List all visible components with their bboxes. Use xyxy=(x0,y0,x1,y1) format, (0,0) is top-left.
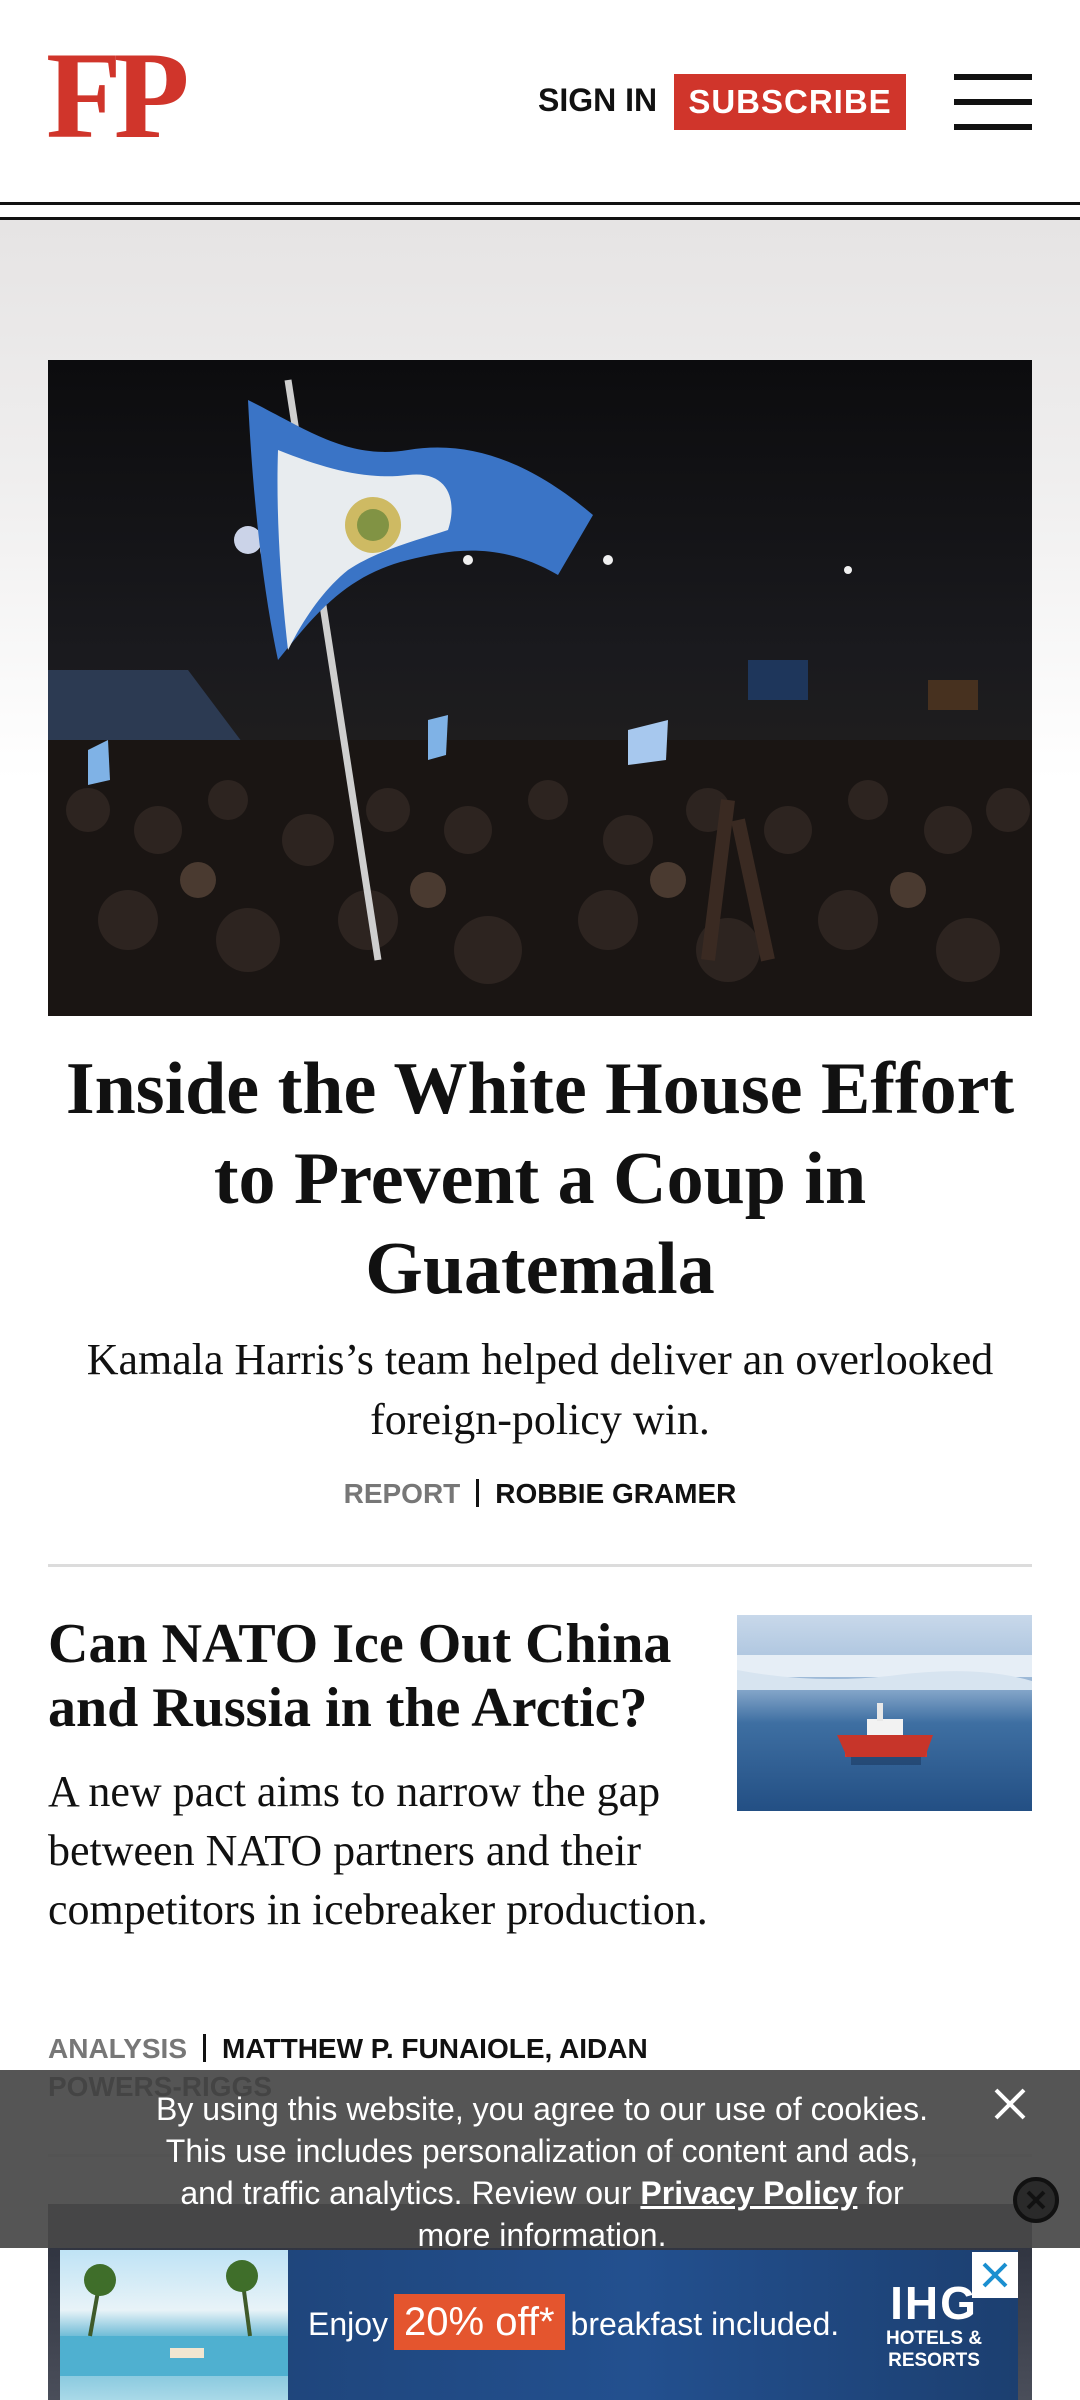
privacy-policy-link[interactable]: Privacy Policy xyxy=(640,2175,857,2211)
story-kicker[interactable]: ANALYSIS xyxy=(48,2033,187,2064)
cookie-banner-text: By using this website, you agree to our … xyxy=(142,2088,942,2256)
site-header: FP SIGN IN SUBSCRIBE xyxy=(0,0,1080,202)
ad-dismiss-icon[interactable] xyxy=(1012,2176,1060,2224)
story-divider xyxy=(48,1564,1032,1567)
ad-offer-text: Enjoy 20% off* breakfast included. xyxy=(308,2294,839,2354)
second-story-headline[interactable]: Can NATO Ice Out China and Russia in the… xyxy=(48,1612,708,1740)
ihg-logo-text: IHG xyxy=(890,2277,978,2329)
sign-in-link[interactable]: SIGN IN xyxy=(538,82,657,119)
ihg-logo-sub: HOTELS & xyxy=(886,2328,983,2349)
hamburger-menu-icon[interactable] xyxy=(954,74,1032,130)
ad-enjoy: Enjoy xyxy=(308,2306,389,2342)
lead-story-byline: REPORT ROBBIE GRAMER xyxy=(0,1478,1080,1510)
lead-story-headline[interactable]: Inside the White House Effort to Prevent… xyxy=(60,1044,1020,1314)
second-story-image[interactable] xyxy=(737,1615,1032,1811)
cookie-banner: By using this website, you agree to our … xyxy=(0,2070,1080,2253)
ad-banner[interactable]: Enjoy 20% off* breakfast included. IHG HOT… xyxy=(60,2250,1018,2400)
fp-logo[interactable]: FP xyxy=(46,34,189,158)
header-rule-secondary xyxy=(0,217,1080,220)
ad-discount-badge: 20% off* xyxy=(394,2294,565,2350)
story-author[interactable]: ROBBIE GRAMER xyxy=(495,1478,736,1509)
lead-story-image[interactable] xyxy=(48,360,1032,1016)
story-kicker[interactable]: REPORT xyxy=(344,1478,461,1509)
close-icon[interactable] xyxy=(990,2084,1030,2124)
ad-offer-rest: breakfast included. xyxy=(570,2306,840,2342)
header-rule xyxy=(0,202,1080,205)
ihg-logo-sub: RESORTS xyxy=(888,2350,980,2371)
ad-resort-image xyxy=(60,2250,288,2400)
ihg-logo: IHG HOTELS & RESORTS xyxy=(886,2278,982,2372)
byline-separator xyxy=(476,1479,480,1507)
subscribe-button[interactable]: SUBSCRIBE xyxy=(674,74,906,130)
lead-story-dek: Kamala Harris’s team helped deliver an o… xyxy=(86,1335,994,1444)
byline-separator xyxy=(203,2034,207,2062)
second-story-dek: A new pact aims to narrow the gap betwee… xyxy=(48,1767,708,1934)
ad-close-icon[interactable] xyxy=(972,2252,1018,2298)
